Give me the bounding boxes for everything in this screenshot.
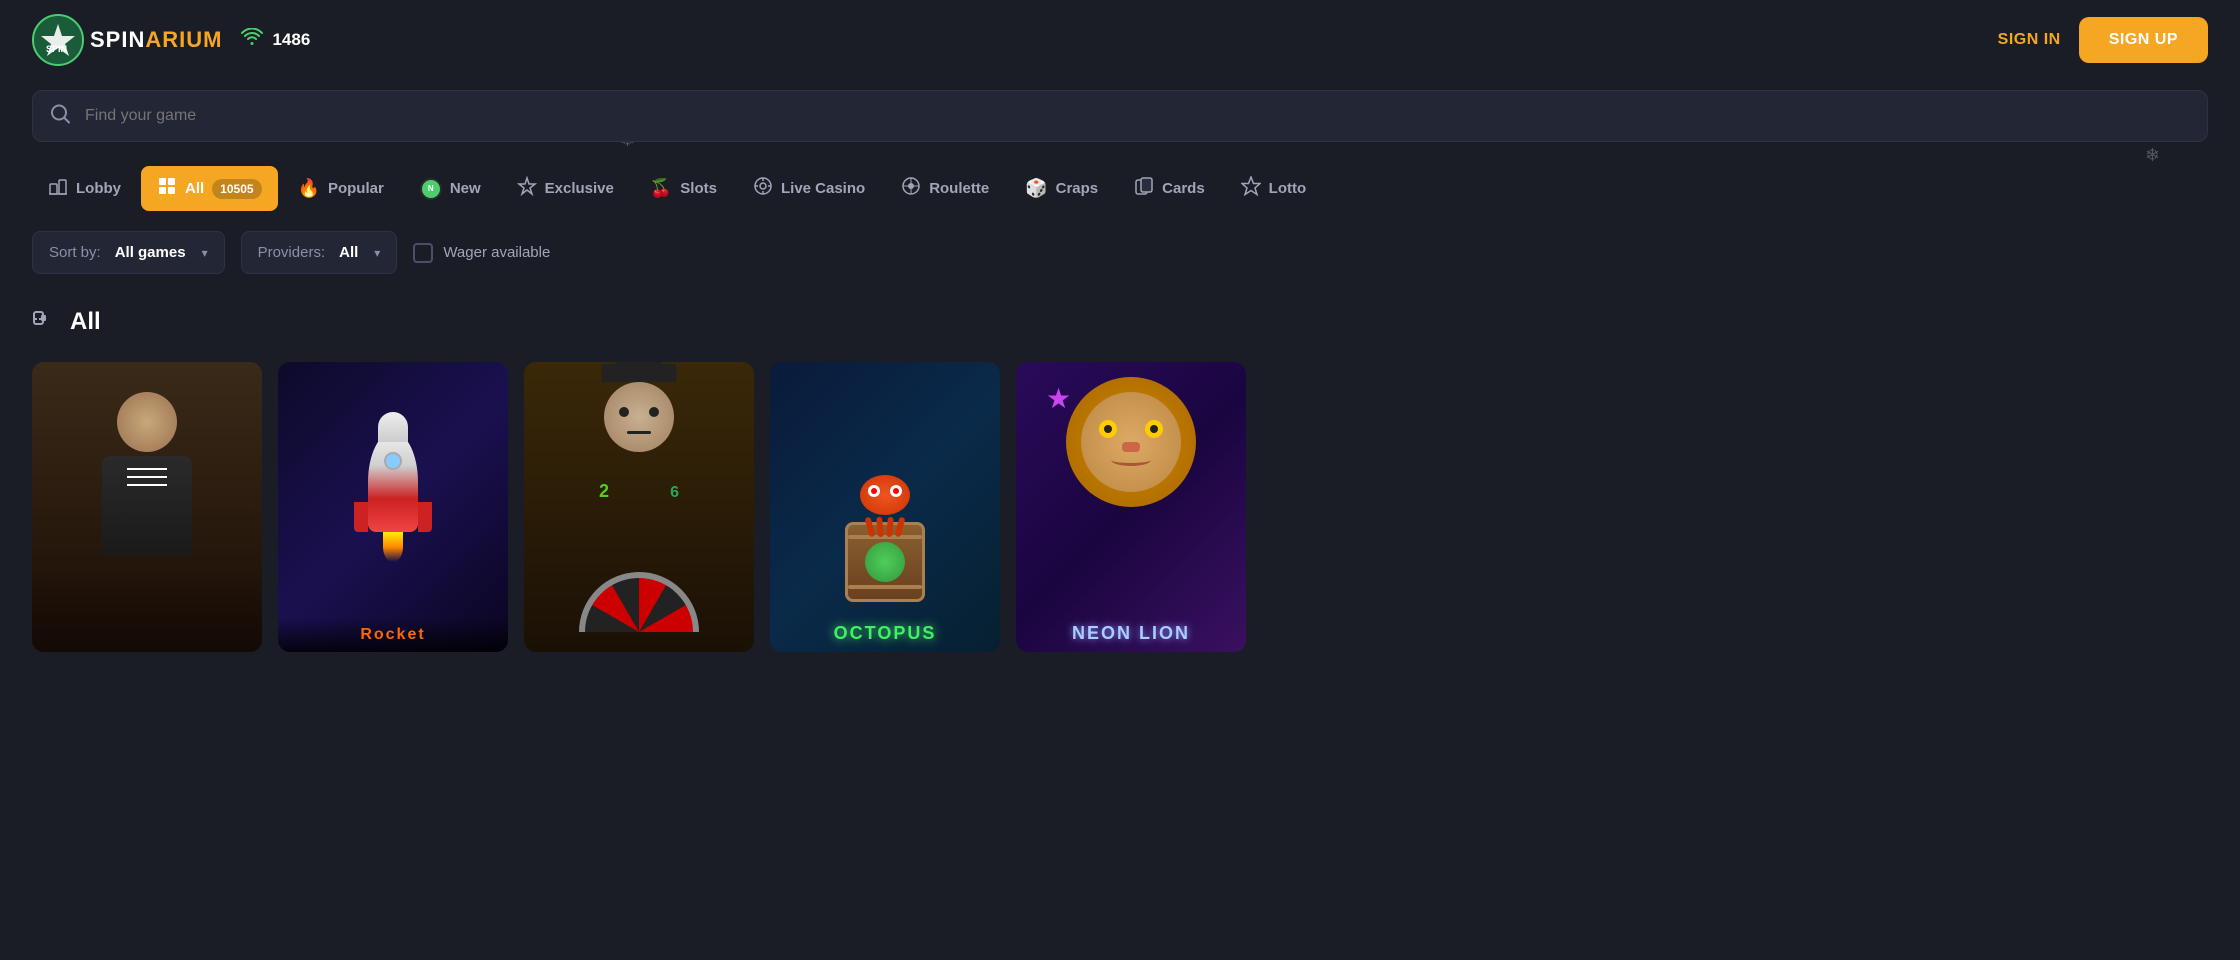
filter-row: Sort by: All games ▾ Providers: All ▾ Wa… bbox=[0, 223, 2240, 298]
logo-text: SPINARIUM bbox=[90, 27, 222, 53]
section-title: All bbox=[70, 308, 101, 336]
craps-icon: 🎲 bbox=[1025, 178, 1047, 199]
cards-label: Cards bbox=[1162, 180, 1205, 197]
sort-label: Sort by: bbox=[49, 244, 101, 261]
providers-label: Providers: bbox=[258, 244, 326, 261]
search-icon bbox=[50, 104, 70, 129]
wifi-count: 1486 bbox=[272, 30, 310, 50]
search-input[interactable] bbox=[32, 90, 2208, 142]
providers-value: All bbox=[339, 244, 358, 261]
logo-icon: SPIN bbox=[32, 14, 84, 66]
live-casino-label: Live Casino bbox=[781, 180, 865, 197]
sidebar-item-cards[interactable]: Cards bbox=[1118, 166, 1221, 211]
live-casino-icon bbox=[753, 176, 773, 201]
wager-checkbox-box bbox=[413, 243, 433, 263]
roulette-icon bbox=[901, 176, 921, 201]
wifi-icon bbox=[240, 28, 264, 52]
roulette-label: Roulette bbox=[929, 180, 989, 197]
wager-available-checkbox[interactable]: Wager available bbox=[413, 243, 550, 263]
wager-label: Wager available bbox=[443, 244, 550, 261]
wifi-badge: 1486 bbox=[240, 28, 310, 52]
game-card[interactable]: OCTOPUS bbox=[770, 362, 1000, 652]
sidebar-item-live-casino[interactable]: Live Casino bbox=[737, 166, 881, 211]
game-card[interactable] bbox=[32, 362, 262, 652]
sort-chevron-icon: ▾ bbox=[202, 246, 208, 260]
header: SPIN SPINARIUM 1486 SIGN IN SIGN UP bbox=[0, 0, 2240, 80]
all-icon bbox=[157, 176, 177, 201]
all-label: All bbox=[185, 180, 204, 197]
svg-text:SPIN: SPIN bbox=[46, 44, 67, 54]
sidebar-item-lotto[interactable]: Lotto bbox=[1225, 166, 1322, 211]
sidebar-item-new[interactable]: N New bbox=[404, 168, 497, 210]
sidebar-item-all[interactable]: All 10505 bbox=[141, 166, 278, 211]
exclusive-icon bbox=[517, 176, 537, 201]
popular-label: Popular bbox=[328, 180, 384, 197]
sort-dropdown[interactable]: Sort by: All games ▾ bbox=[32, 231, 225, 274]
header-left: SPIN SPINARIUM 1486 bbox=[32, 14, 310, 66]
sidebar-item-lobby[interactable]: Lobby bbox=[32, 166, 137, 211]
sign-in-button[interactable]: SIGN IN bbox=[1998, 31, 2061, 49]
section-icon bbox=[32, 306, 58, 338]
sidebar-item-craps[interactable]: 🎲 Craps bbox=[1009, 168, 1114, 209]
lobby-icon bbox=[48, 176, 68, 201]
providers-chevron-icon: ▾ bbox=[374, 246, 380, 260]
sidebar-item-exclusive[interactable]: Exclusive bbox=[501, 166, 630, 211]
sidebar-item-roulette[interactable]: Roulette bbox=[885, 166, 1005, 211]
sidebar-item-slots[interactable]: 🍒 Slots bbox=[634, 168, 733, 209]
lotto-label: Lotto bbox=[1269, 180, 1306, 197]
games-grid: Rocket bbox=[0, 362, 2240, 652]
logo[interactable]: SPIN SPINARIUM bbox=[32, 14, 222, 66]
cards-icon bbox=[1134, 176, 1154, 201]
slots-icon: 🍒 bbox=[650, 178, 672, 199]
nav-tabs: Lobby All 10505 🔥 Popular N New bbox=[0, 158, 2240, 223]
game-card[interactable]: 2 6 bbox=[524, 362, 754, 652]
all-count-badge: 10505 bbox=[212, 179, 261, 199]
sort-value: All games bbox=[115, 244, 186, 261]
providers-dropdown[interactable]: Providers: All ▾ bbox=[241, 231, 398, 274]
sidebar-item-popular[interactable]: 🔥 Popular bbox=[282, 168, 400, 209]
new-label: New bbox=[450, 180, 481, 197]
game-card[interactable]: Rocket bbox=[278, 362, 508, 652]
sign-up-button[interactable]: SIGN UP bbox=[2079, 17, 2208, 63]
game-card[interactable]: ★ bbox=[1016, 362, 1246, 652]
section-header: All bbox=[0, 298, 2240, 362]
header-right: SIGN IN SIGN UP bbox=[1998, 17, 2208, 63]
new-icon: N bbox=[420, 178, 442, 200]
search-container bbox=[32, 90, 2208, 142]
craps-label: Craps bbox=[1056, 180, 1099, 197]
lotto-icon bbox=[1241, 176, 1261, 201]
lobby-label: Lobby bbox=[76, 180, 121, 197]
exclusive-label: Exclusive bbox=[545, 180, 614, 197]
slots-label: Slots bbox=[680, 180, 717, 197]
popular-icon: 🔥 bbox=[298, 178, 320, 199]
